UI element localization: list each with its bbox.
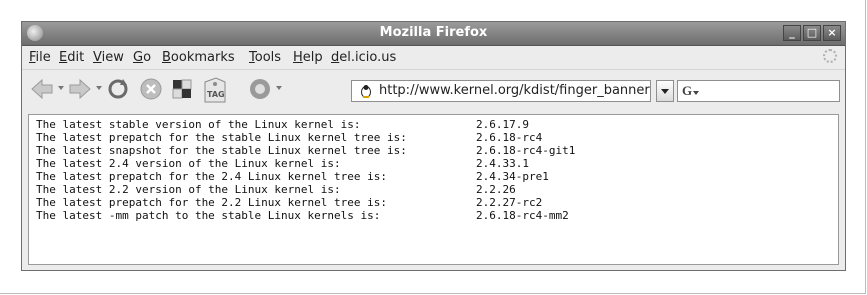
list-item: The latest -mm patch to the stable Linux… — [36, 209, 569, 222]
maximize-button[interactable]: □ — [803, 25, 821, 41]
home-icon[interactable] — [170, 77, 194, 101]
list-item: The latest stable version of the Linux k… — [36, 118, 529, 131]
line-value: 2.6.18-rc4-git1 — [476, 144, 576, 157]
line-value: 2.6.18-rc4 — [476, 131, 543, 144]
menu-view[interactable]: View — [93, 50, 124, 65]
line-value: 2.6.17.9 — [476, 118, 529, 131]
menu-bar: File Edit View Go Bookmarks Tools Help d… — [22, 46, 845, 68]
page-content: The latest stable version of the Linux k… — [28, 114, 839, 265]
throbber-icon — [823, 49, 837, 63]
line-label: The latest -mm patch to the stable Linux… — [36, 209, 381, 222]
menu-edit[interactable]: Edit — [59, 50, 84, 65]
window-controls: _ □ × — [783, 25, 841, 41]
reload-icon[interactable] — [106, 77, 130, 101]
navigation-toolbar: TAG http://www.kernel.org/kdist/finger_b… — [22, 69, 845, 112]
search-box[interactable]: G — [677, 80, 840, 102]
menu-delicious[interactable]: del.icio.us — [331, 50, 396, 65]
forward-dropdown-icon[interactable] — [96, 86, 102, 90]
minimize-button[interactable]: _ — [783, 25, 801, 41]
line-label: The latest prepatch for the stable Linux… — [36, 131, 407, 144]
list-item: The latest 2.4 version of the Linux kern… — [36, 157, 529, 170]
line-value: 2.2.26 — [476, 183, 516, 196]
forward-icon[interactable] — [68, 77, 92, 101]
url-text: http://www.kernel.org/kdist/finger_banne… — [379, 83, 650, 98]
menu-help[interactable]: Help — [293, 50, 323, 65]
line-label: The latest prepatch for the 2.2 Linux ke… — [36, 196, 387, 209]
delicious-icon[interactable] — [248, 77, 272, 101]
line-label: The latest prepatch for the 2.4 Linux ke… — [36, 170, 387, 183]
site-favicon-icon — [361, 85, 371, 98]
chevron-down-icon — [661, 89, 669, 94]
window-title: Mozilla Firefox — [379, 25, 488, 40]
line-value: 2.2.27-rc2 — [476, 196, 543, 209]
stop-icon[interactable] — [139, 77, 163, 101]
tag-button[interactable]: TAG — [202, 76, 228, 104]
search-engine-dropdown-icon[interactable] — [693, 91, 699, 95]
tag-label: TAG — [207, 90, 225, 99]
back-icon[interactable] — [30, 77, 54, 101]
menu-go[interactable]: Go — [133, 50, 151, 65]
list-item: The latest 2.2 version of the Linux kern… — [36, 183, 516, 196]
list-item: The latest prepatch for the 2.2 Linux ke… — [36, 196, 542, 209]
url-bar[interactable]: http://www.kernel.org/kdist/finger_banne… — [351, 80, 651, 102]
menu-bookmarks[interactable]: Bookmarks — [162, 50, 235, 65]
line-label: The latest 2.2 version of the Linux kern… — [36, 183, 341, 196]
line-label: The latest snapshot for the stable Linux… — [36, 144, 407, 157]
url-history-dropdown[interactable] — [656, 80, 674, 102]
line-value: 2.4.34-pre1 — [476, 170, 549, 183]
list-item: The latest prepatch for the 2.4 Linux ke… — [36, 170, 549, 183]
google-icon[interactable]: G — [682, 83, 692, 99]
close-button[interactable]: × — [823, 25, 841, 41]
list-item: The latest prepatch for the stable Linux… — [36, 131, 542, 144]
line-value: 2.6.18-rc4-mm2 — [476, 209, 569, 222]
menu-tools[interactable]: Tools — [249, 50, 281, 65]
delicious-dropdown-icon[interactable] — [276, 86, 282, 90]
line-label: The latest 2.4 version of the Linux kern… — [36, 157, 341, 170]
browser-window: Mozilla Firefox _ □ × File Edit View Go … — [21, 21, 846, 271]
back-dropdown-icon[interactable] — [58, 86, 64, 90]
list-item: The latest snapshot for the stable Linux… — [36, 144, 575, 157]
line-value: 2.4.33.1 — [476, 157, 529, 170]
menu-file[interactable]: File — [29, 50, 51, 65]
line-label: The latest stable version of the Linux k… — [36, 118, 361, 131]
title-bar[interactable]: Mozilla Firefox _ □ × — [22, 22, 845, 46]
